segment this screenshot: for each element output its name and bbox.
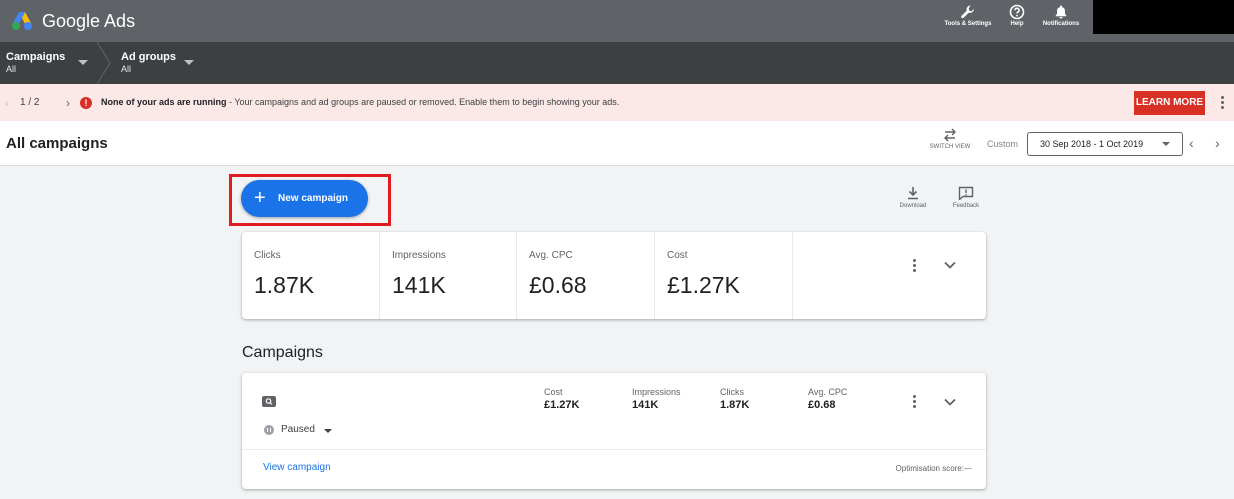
campaigns-scope-title: Campaigns [6, 51, 66, 63]
scope-bar: Campaigns All Ad groups All [0, 42, 1234, 84]
metric-value: 141K [392, 272, 446, 298]
chevron-down-icon[interactable] [78, 60, 88, 65]
date-prev-button[interactable]: ‹ [1189, 135, 1194, 151]
metric-clicks[interactable]: Clicks 1.87K [242, 232, 380, 319]
more-vert-icon[interactable] [909, 394, 919, 410]
alert-prev-button[interactable]: ‹ [5, 96, 9, 110]
adgroups-scope-value: All [121, 64, 132, 74]
date-next-button[interactable]: › [1215, 135, 1220, 151]
switch-arrows-icon [944, 128, 956, 142]
view-campaign-link[interactable]: View campaign [263, 462, 331, 473]
feedback-label: Feedback [952, 203, 980, 209]
tools-settings-label: Tools & Settings [944, 21, 992, 27]
metric-cost[interactable]: Cost £1.27K [655, 232, 793, 319]
breadcrumb-separator-icon [96, 42, 111, 84]
campaign-metric-value: 141K [632, 399, 659, 411]
more-vert-icon[interactable] [909, 258, 919, 274]
download-button[interactable]: Download [893, 186, 933, 209]
campaigns-scope-value: All [6, 64, 17, 74]
metric-label: Avg. CPC [529, 250, 573, 261]
help-icon [1009, 4, 1025, 20]
campaign-metric-value: £1.27K [544, 399, 580, 411]
chevron-down-icon [1162, 142, 1170, 146]
notifications-button[interactable]: Notifications [1036, 4, 1086, 40]
divider [242, 449, 986, 450]
alert-message-bold: None of your ads are running [101, 97, 227, 107]
notifications-label: Notifications [1042, 21, 1080, 27]
metric-value: £1.27K [667, 272, 740, 298]
page-header: All campaigns SWITCH VIEW Custom 30 Sep … [0, 121, 1234, 166]
account-redacted[interactable] [1093, 0, 1234, 34]
help-button[interactable]: Help [992, 4, 1042, 40]
download-label: Download [899, 203, 927, 209]
alert-next-button[interactable]: › [66, 96, 70, 110]
learn-more-button[interactable]: LEARN MORE [1134, 91, 1205, 115]
page-title: All campaigns [6, 135, 108, 152]
date-range-value: 30 Sep 2018 - 1 Oct 2019 [1040, 139, 1144, 149]
tools-settings-button[interactable]: Tools & Settings [943, 4, 993, 40]
campaign-metric-value: £0.68 [808, 399, 836, 411]
campaign-metric-label: Clicks [720, 387, 744, 397]
campaigns-section-title: Campaigns [242, 344, 323, 361]
chevron-down-icon[interactable] [943, 397, 957, 407]
date-mode-label: Custom [987, 139, 1019, 149]
alert-pager: 1 / 2 [20, 97, 40, 108]
new-campaign-button[interactable]: + New campaign [241, 180, 368, 217]
metric-label: Cost [667, 250, 688, 261]
summary-card: Clicks 1.87K Impressions 141K Avg. CPC £… [242, 232, 986, 319]
google-ads-logo [12, 12, 32, 30]
campaigns-scope-picker[interactable]: Campaigns All [6, 51, 65, 75]
wrench-icon [961, 5, 974, 19]
paused-icon [264, 425, 274, 435]
download-icon [908, 187, 918, 200]
campaign-card: Paused Cost £1.27K Impressions 141K Clic… [242, 373, 986, 489]
campaign-metric-label: Impressions [632, 387, 681, 397]
optimisation-score: Optimisation score:— [895, 464, 972, 473]
bell-icon [1055, 5, 1067, 19]
adgroups-scope-title: Ad groups [121, 51, 176, 63]
metric-value: 1.87K [254, 272, 315, 298]
adgroups-scope-picker[interactable]: Ad groups All [121, 51, 176, 75]
date-range-picker[interactable]: 30 Sep 2018 - 1 Oct 2019 [1027, 132, 1183, 156]
campaign-metric-label: Cost [544, 387, 563, 397]
metric-value: £0.68 [529, 272, 587, 298]
top-app-bar: Google Ads Tools & Settings Help Notific… [0, 0, 1234, 42]
plus-icon: + [254, 187, 266, 209]
campaign-metric-label: Avg. CPC [808, 387, 848, 397]
search-campaign-icon [262, 396, 276, 407]
alert-message-detail: - Your campaigns and ad groups are pause… [226, 97, 620, 107]
chevron-down-icon[interactable] [184, 60, 194, 65]
more-vert-icon[interactable] [1217, 95, 1227, 111]
campaign-metric-avg-cpc: Avg. CPC £0.68 [808, 387, 847, 413]
chevron-down-icon[interactable] [943, 260, 957, 270]
switch-view-label: SWITCH VIEW [929, 144, 971, 150]
metric-impressions[interactable]: Impressions 141K [380, 232, 517, 319]
alert-banner: ‹ 1 / 2 › ! None of your ads are running… [0, 84, 1234, 121]
brand[interactable]: Google Ads [11, 7, 135, 35]
metric-label: Clicks [254, 250, 281, 261]
campaign-status[interactable]: Paused [281, 424, 315, 435]
error-icon: ! [80, 97, 92, 109]
help-label: Help [1010, 21, 1024, 27]
new-campaign-label: New campaign [278, 193, 349, 204]
feedback-button[interactable]: Feedback [946, 186, 986, 209]
campaign-metric-cost: Cost £1.27K [544, 387, 579, 413]
campaign-metric-impressions: Impressions 141K [632, 387, 681, 413]
campaign-metric-value: 1.87K [720, 399, 750, 411]
alert-message: None of your ads are running - Your camp… [101, 97, 619, 107]
switch-view-button[interactable]: SWITCH VIEW [922, 128, 978, 150]
app-title: Google Ads [42, 10, 136, 31]
metric-avg-cpc[interactable]: Avg. CPC £0.68 [517, 232, 655, 319]
feedback-icon [958, 186, 974, 200]
metric-label: Impressions [392, 250, 446, 261]
campaign-metric-clicks: Clicks 1.87K [720, 387, 749, 413]
chevron-down-icon[interactable] [324, 429, 332, 433]
